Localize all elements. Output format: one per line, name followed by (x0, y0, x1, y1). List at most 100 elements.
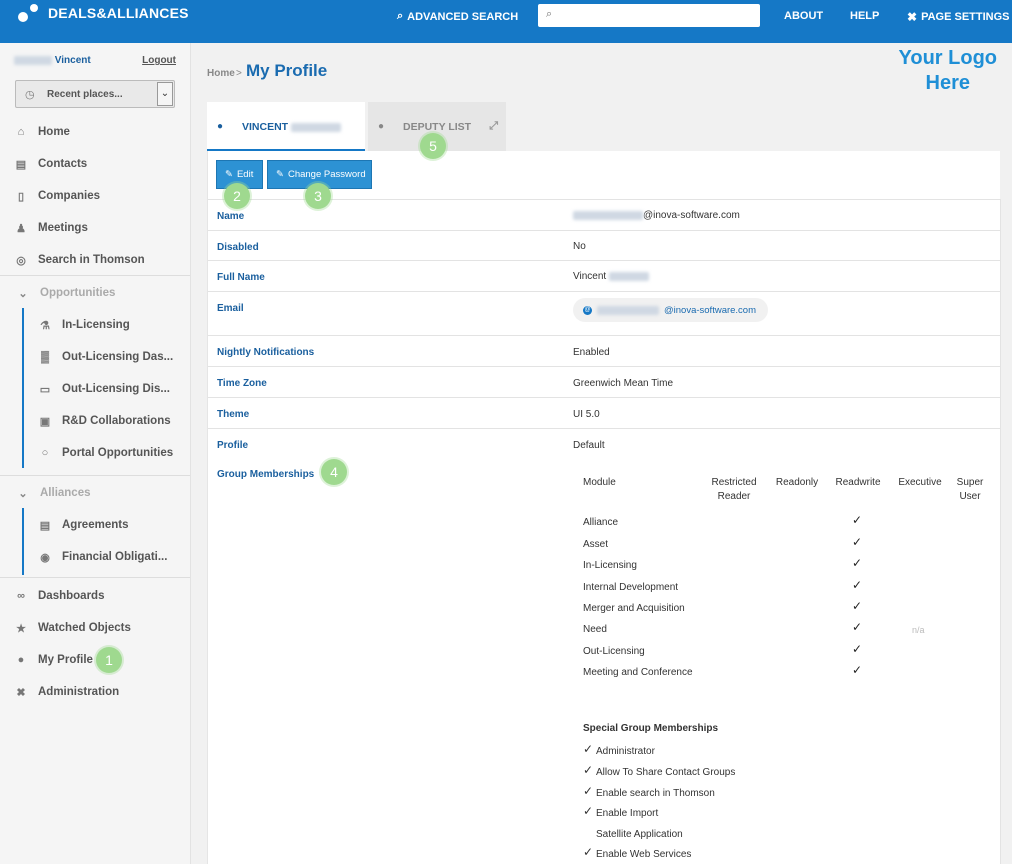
special-membership-label: Administrator (596, 746, 655, 757)
group-row-module: Asset (583, 539, 609, 550)
link-icon: ∞ (17, 590, 25, 602)
flask-icon: ⚗ (40, 319, 50, 332)
sidebar-item-dashboards[interactable]: ∞ Dashboards (0, 581, 190, 611)
sidebar-item-financial-obligations[interactable]: ◉ Financial Obligati... (0, 542, 190, 572)
tab-profile[interactable]: ● VINCENT (207, 102, 365, 151)
advanced-search-link[interactable]: ⌕ ADVANCED SEARCH (397, 10, 518, 23)
recent-places-select[interactable]: ◷ Recent places... ⌄ (15, 80, 175, 108)
sidebar-item-search-thomson[interactable]: ◎ Search in Thomson (0, 245, 190, 275)
field-label: Time Zone (217, 378, 267, 389)
annotation-badge: 2 (224, 183, 250, 209)
redacted-text (291, 122, 342, 132)
tools-icon: ✖ (907, 10, 918, 24)
search-icon: ⌕ (546, 8, 553, 20)
grid-icon: ▣ (39, 415, 51, 428)
document-icon: ▤ (39, 519, 51, 532)
field-value: UI 5.0 (573, 409, 600, 420)
global-search-input[interactable]: ⌕ (538, 4, 760, 27)
recent-places-label: Recent places... (47, 89, 123, 100)
breadcrumb-separator: > (236, 68, 242, 79)
redacted-text (14, 55, 52, 65)
sidebar-item-in-licensing[interactable]: ⚗ In-Licensing (0, 310, 190, 340)
sidebar-item-companies[interactable]: ▯ Companies (0, 181, 190, 211)
section-label: Alliances (40, 487, 91, 499)
comment-icon: ▭ (39, 383, 51, 396)
divider (0, 275, 190, 276)
email-chip[interactable]: @ @inova-software.com (573, 298, 768, 322)
chevron-down-icon: ⌄ (18, 287, 28, 300)
group-row-module: Meeting and Conference (583, 667, 693, 678)
group-row-module: In-Licensing (583, 560, 637, 571)
email-value: @inova-software.com (664, 304, 757, 316)
sidebar-item-home[interactable]: ⌂ Home (0, 117, 190, 147)
col-header-executive: Executive (898, 477, 942, 488)
group-row-module: Internal Development (583, 582, 679, 593)
user-row: Vincent Logout (14, 55, 176, 69)
check-icon: ✓ (852, 642, 863, 656)
logo-mark-icon (16, 4, 42, 22)
section-opportunities[interactable]: ⌄ Opportunities (0, 278, 190, 308)
divider (0, 475, 190, 476)
group-row-module: Alliance (583, 517, 619, 528)
field-value: @inova-software.com (573, 210, 740, 221)
col-header-module: Module (583, 477, 616, 488)
special-memberships-title: Special Group Memberships (583, 723, 719, 734)
logo-line: Your Logo (898, 47, 998, 69)
sidebar-item-out-licensing-dashboard[interactable]: ▓ Out-Licensing Das... (0, 342, 190, 372)
field-label: Profile (217, 440, 249, 451)
sidebar-item-label: R&D Collaborations (62, 415, 171, 427)
help-link[interactable]: HELP (850, 10, 879, 22)
chevron-down-icon[interactable]: ⌄ (157, 82, 173, 106)
sidebar-item-administration[interactable]: ✖ Administration (0, 677, 190, 707)
check-icon: ✓ (852, 663, 863, 677)
search-icon: ⌕ (397, 10, 404, 22)
pencil-icon: ✎ (225, 169, 233, 180)
app-logo[interactable]: DEALS&ALLIANCES (16, 4, 189, 22)
tab-label: DEPUTY LIST (403, 121, 472, 133)
logout-link[interactable]: Logout (142, 55, 176, 66)
sidebar-item-portal-opportunities[interactable]: ○ Portal Opportunities (0, 438, 190, 468)
sidebar-item-agreements[interactable]: ▤ Agreements (0, 510, 190, 540)
sidebar-item-label: Out-Licensing Das... (62, 351, 174, 363)
sidebar-item-out-licensing-dis[interactable]: ▭ Out-Licensing Dis... (0, 374, 190, 404)
redacted-text (597, 305, 659, 315)
section-alliances[interactable]: ⌄ Alliances (0, 478, 190, 508)
field-value-text: Vincent (573, 271, 607, 282)
check-icon: ✓ (852, 620, 863, 634)
sidebar-item-label: Financial Obligati... (62, 551, 168, 563)
sidebar-item-watched-objects[interactable]: ★ Watched Objects (0, 613, 190, 643)
table-border (1000, 199, 1001, 864)
sidebar-item-label: Portal Opportunities (62, 447, 174, 459)
annotation-badge: 3 (305, 183, 331, 209)
sidebar-item-my-profile[interactable]: ● My Profile (0, 645, 190, 675)
col-header-readwrite: Readwrite (835, 477, 881, 488)
field-row-full-name: Full Name Vincent (208, 260, 1000, 291)
sidebar-item-rd-collaborations[interactable]: ▣ R&D Collaborations (0, 406, 190, 436)
col-header-super-user: Super User (956, 477, 984, 502)
pencil-icon: ✎ (276, 169, 284, 180)
field-value: Greenwich Mean Time (573, 378, 674, 389)
about-label: ABOUT (784, 10, 824, 22)
field-row-profile: Profile Default (208, 428, 1000, 459)
expand-icon[interactable]: ⤢ (489, 120, 498, 133)
field-label: Theme (217, 409, 250, 420)
special-membership-label: Allow To Share Contact Groups (596, 767, 736, 778)
check-icon: ✓ (583, 845, 594, 859)
annotation-badge: 1 (96, 647, 122, 673)
page-settings-link[interactable]: ✖ PAGE SETTINGS (907, 10, 1009, 24)
sidebar-item-contacts[interactable]: ▤ Contacts (0, 149, 190, 179)
special-membership-label: Enable Import (596, 808, 659, 819)
breadcrumb-home[interactable]: Home (207, 68, 235, 79)
sidebar-item-meetings[interactable]: ♟ Meetings (0, 213, 190, 243)
check-icon: ✓ (852, 513, 863, 527)
about-link[interactable]: ABOUT (784, 10, 823, 22)
special-membership-label: Enable search in Thomson (596, 788, 715, 799)
field-row-nightly-notifications: Nightly Notifications Enabled (208, 335, 1000, 366)
sidebar-item-label: Administration (38, 686, 120, 698)
page-settings-label: PAGE SETTINGS (921, 11, 1010, 23)
sidebar-item-label: Out-Licensing Dis... (62, 383, 170, 395)
chevron-down-icon: ⌄ (18, 487, 28, 500)
tab-label: VINCENT (242, 121, 342, 133)
field-label: Email (217, 303, 244, 314)
sidebar-item-label: My Profile (38, 654, 93, 666)
